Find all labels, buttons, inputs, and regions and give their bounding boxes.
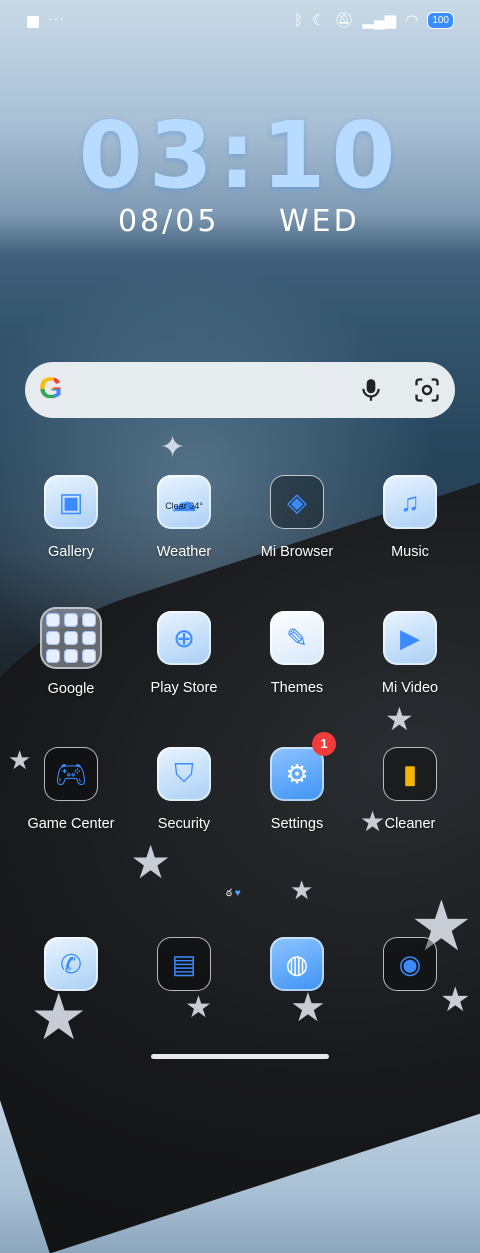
wifi-icon: ◠ (405, 12, 419, 29)
heart-icon: ♥ (234, 888, 241, 899)
app-label: Settings (270, 816, 324, 832)
weather-cloud-icon: ☁ Clear 34° (157, 475, 211, 529)
video-play-icon: ▶ (383, 611, 437, 665)
dock-browser[interactable]: ◍ (242, 937, 352, 991)
trash-icon: ▮ (383, 747, 437, 801)
google-search-bar[interactable]: G (25, 362, 455, 418)
app-gallery[interactable]: ▣ Gallery (16, 475, 126, 560)
star-icon: ★ (185, 991, 212, 1024)
google-logo-icon: G (39, 374, 69, 404)
star-icon: ★ (130, 836, 172, 888)
music-note-icon: ♫ (383, 475, 437, 529)
app-settings[interactable]: ⚙ 1 Settings (242, 732, 352, 832)
app-label: Music (391, 544, 429, 560)
clock-time[interactable]: 03:10 (0, 102, 480, 209)
app-play-store[interactable]: ⊕ Play Store (129, 611, 239, 696)
bluetooth-icon: ᛒ (294, 11, 304, 29)
app-weather[interactable]: ☁ Clear 34° Weather (129, 475, 239, 560)
star-icon: ★ (30, 981, 88, 1053)
app-label: Themes (270, 680, 324, 696)
mic-icon[interactable] (358, 376, 384, 404)
shield-icon: ⛉ (157, 747, 211, 801)
folder-icon (40, 607, 102, 669)
dock-messages[interactable]: ▤ (129, 937, 239, 991)
clock-weekday: WED (279, 204, 360, 239)
gear-icon: ⚙ 1 (270, 732, 336, 801)
home-gesture-bar[interactable] (151, 1054, 329, 1059)
app-label: Google (47, 681, 95, 697)
dock-phone[interactable]: ✆ (16, 937, 126, 991)
app-label: Play Store (150, 680, 218, 696)
app-label: Security (157, 816, 211, 832)
app-label: Mi Video (381, 680, 439, 696)
app-cleaner[interactable]: ▮ Cleaner (355, 747, 465, 832)
moon-icon: ☾ (312, 12, 326, 29)
dock-camera[interactable]: ◉ (355, 937, 465, 991)
app-game-center[interactable]: 🎮︎ Game Center (16, 747, 126, 832)
signal-icon: ▂▄▆ (362, 12, 397, 29)
app-label: Gallery (48, 544, 94, 560)
sparkle-icon: ✦ (160, 431, 186, 464)
notification-badge: 1 (312, 732, 336, 756)
app-security[interactable]: ⛉ Security (129, 747, 239, 832)
app-label: Cleaner (384, 816, 436, 832)
page-indicator[interactable]: ఠ ♥ (226, 887, 241, 901)
star-icon: ★ (290, 986, 326, 1030)
camera-icon: ◉ (383, 937, 437, 991)
brush-icon: ✎ (270, 611, 324, 665)
phone-icon: ✆ (44, 937, 98, 991)
more-notifications-indicator: ··· (48, 10, 65, 26)
star-icon: ★ (290, 875, 314, 905)
star-icon: ★ (385, 701, 414, 737)
app-music[interactable]: ♫ Music (355, 475, 465, 560)
gallery-icon: ▣ (44, 475, 98, 529)
app-label: Mi Browser (260, 544, 334, 560)
gamepad-icon: 🎮︎ (44, 747, 98, 801)
app-label: Weather (156, 544, 212, 560)
status-bar: ··· ᛒ ☾ 🔕︎ ▂▄▆ ◠ 100 (0, 0, 480, 44)
chrome-icon: ◍ (270, 937, 324, 991)
browser-icon: ◈ (270, 475, 324, 529)
lens-icon[interactable] (413, 376, 441, 404)
battery-indicator: 100 (427, 11, 454, 29)
app-mi-browser[interactable]: ◈ Mi Browser (242, 475, 352, 560)
message-icon: ▤ (157, 937, 211, 991)
weather-detail: Clear 34° (165, 501, 203, 511)
notification-square-icon (27, 16, 39, 28)
app-mi-video[interactable]: ▶ Mi Video (355, 611, 465, 696)
app-themes[interactable]: ✎ Themes (242, 611, 352, 696)
app-label: Game Center (27, 816, 115, 832)
bell-off-icon: 🔕︎ (334, 12, 354, 29)
clock-date: 08/05 (118, 204, 220, 239)
app-google-folder[interactable]: Google (16, 607, 126, 697)
play-store-icon: ⊕ (157, 611, 211, 665)
